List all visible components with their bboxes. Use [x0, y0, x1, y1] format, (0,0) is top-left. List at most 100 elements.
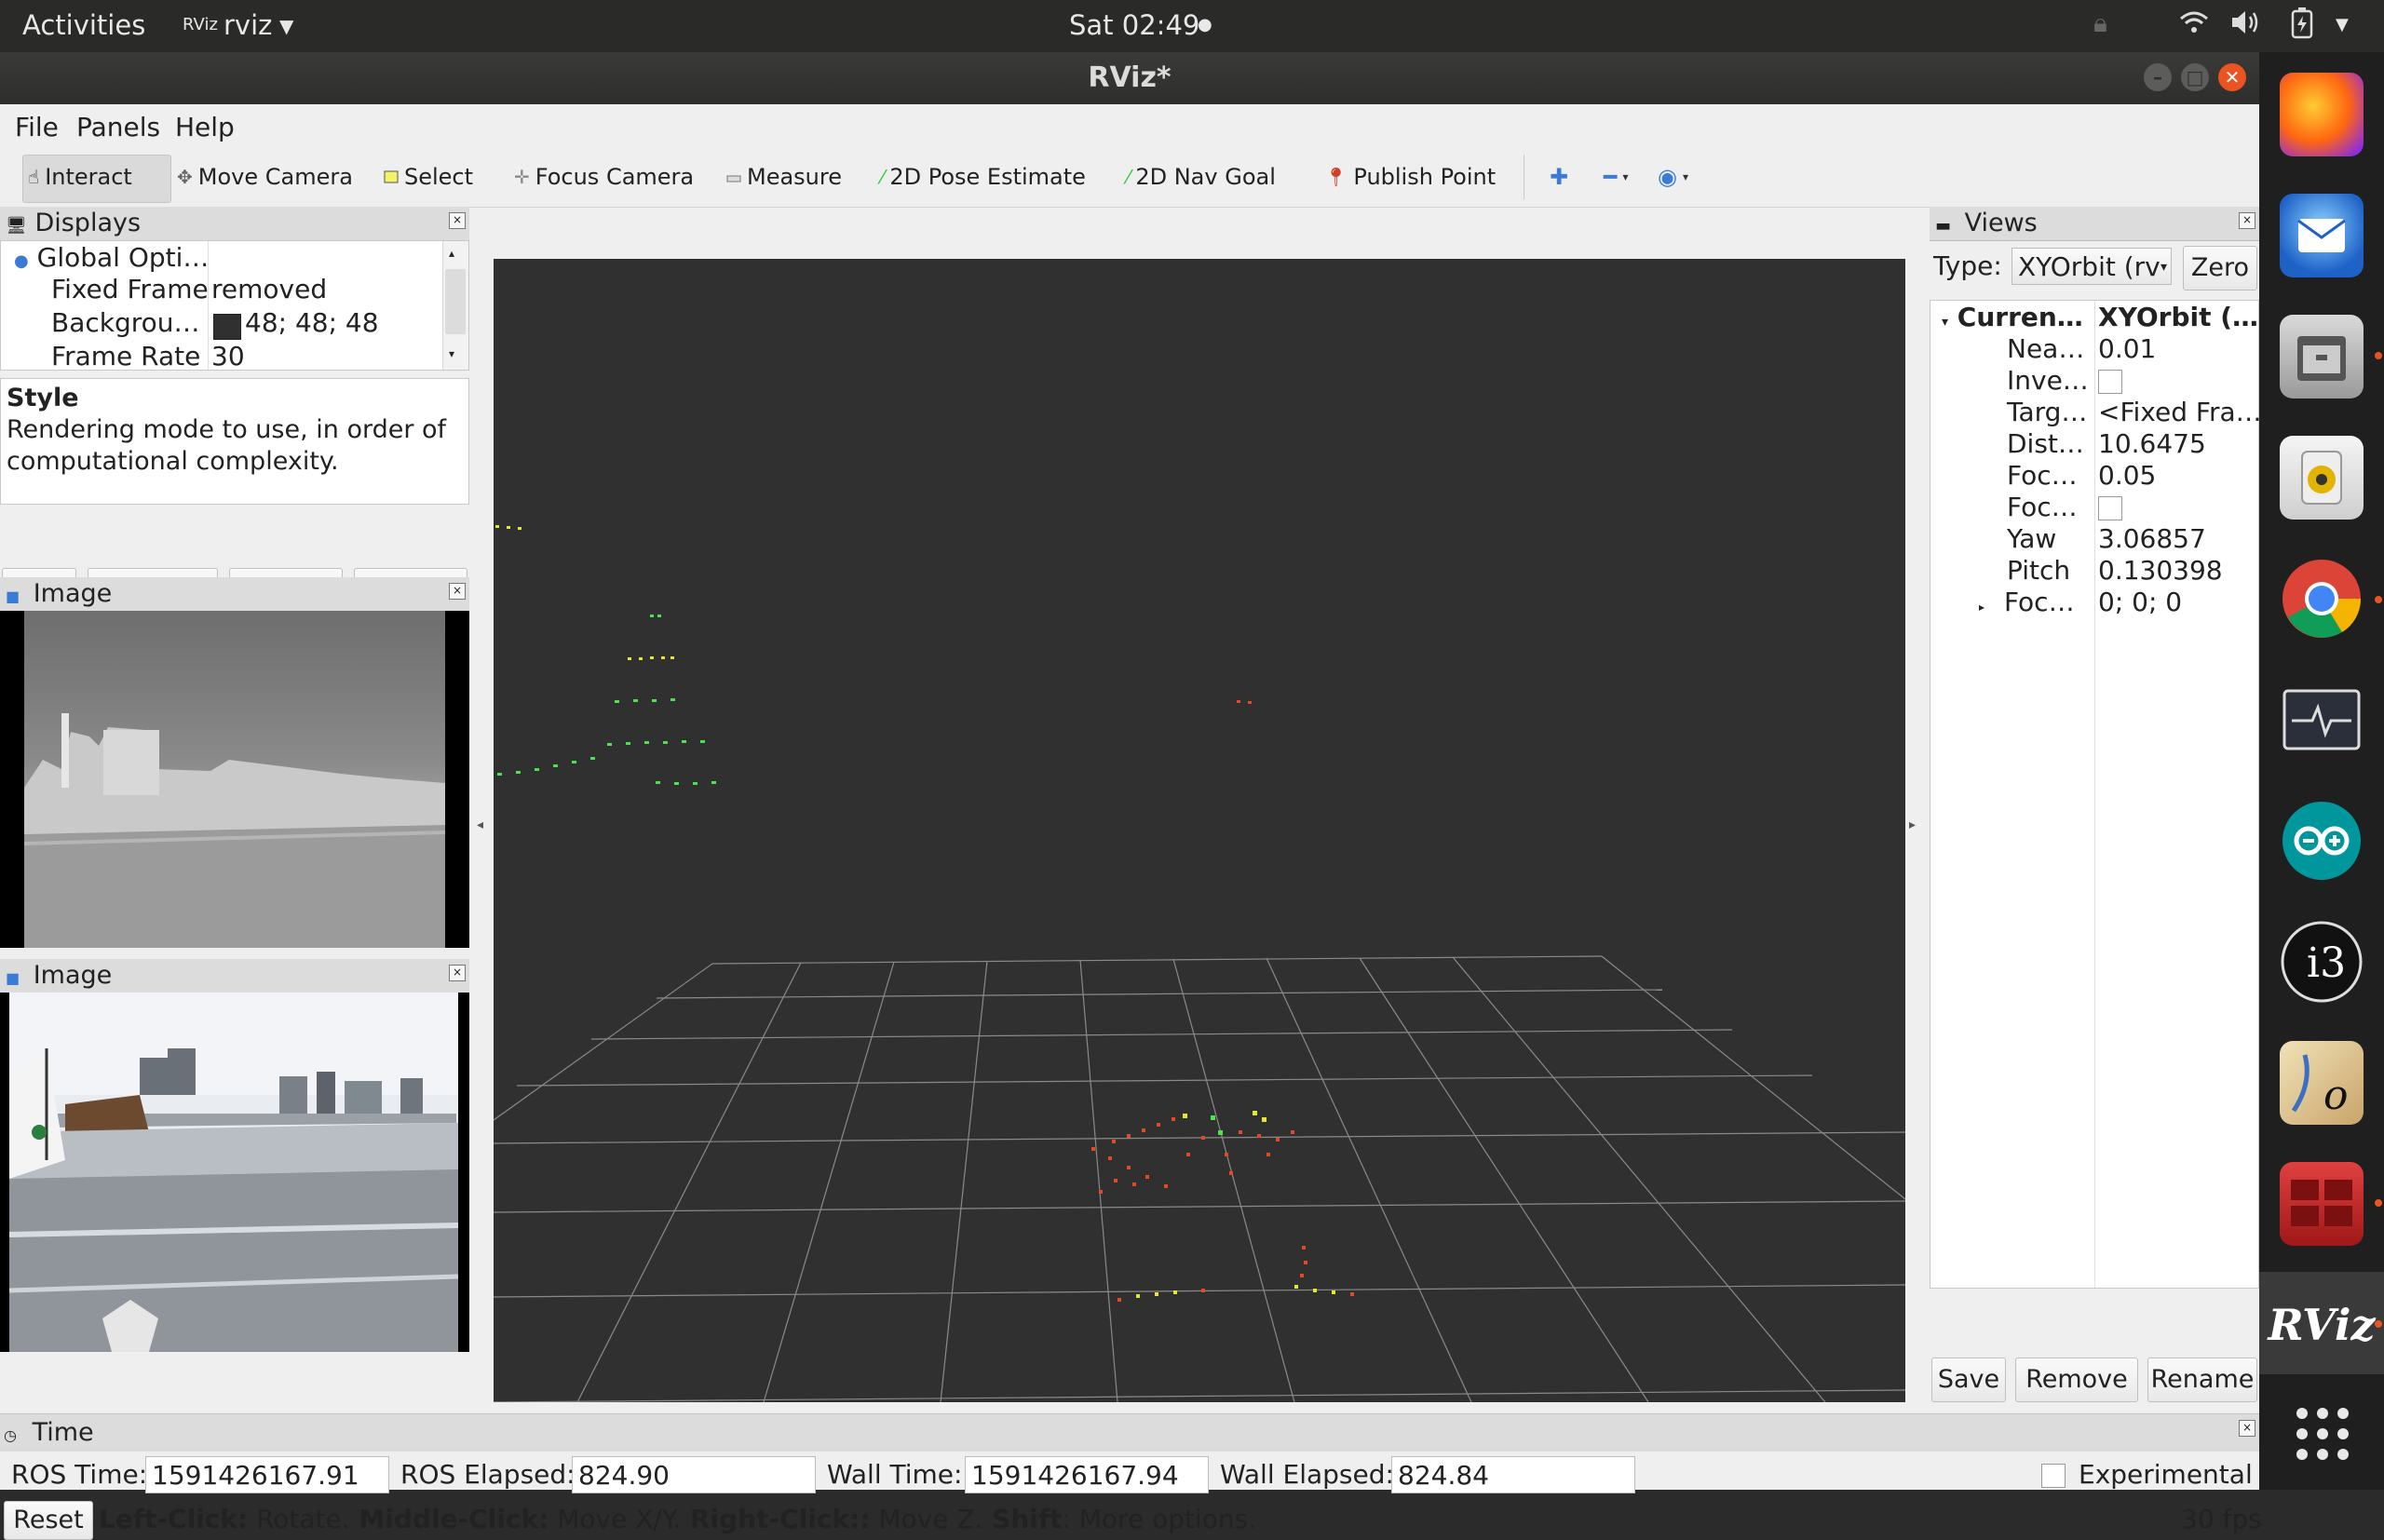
tree-row[interactable]: Fixed Frame	[51, 273, 209, 306]
tree-row-name[interactable]: Yaw	[2007, 522, 2056, 556]
close-panel-icon[interactable]: ×	[449, 583, 466, 600]
focal-shape-checkbox[interactable]	[2098, 496, 2122, 520]
thunderbird-icon[interactable]	[2280, 194, 2364, 277]
tree-row[interactable]: ● Global Opti…	[1, 241, 209, 275]
ros-elapsed-field[interactable]: 824.90	[572, 1456, 816, 1493]
close-icon[interactable]: ✕	[2218, 63, 2246, 91]
scroll-down-icon[interactable]: ▾	[449, 347, 454, 360]
tool-2d-pose-estimate[interactable]: ⁄ 2D Pose Estimate	[881, 156, 1086, 197]
wifi-icon[interactable]	[2179, 7, 2209, 44]
files-icon[interactable]	[2280, 315, 2364, 399]
wall-elapsed-field[interactable]: 824.84	[1391, 1456, 1635, 1493]
monitor-icon: 🖥︎	[6, 216, 27, 236]
zero-button[interactable]: Zero	[2183, 246, 2257, 290]
render-viewport[interactable]	[493, 259, 1906, 1403]
rviz-icon[interactable]: RViz	[2268, 1283, 2375, 1367]
firefox-icon[interactable]	[2280, 73, 2364, 156]
remove-tool-icon[interactable]: ━ ▾	[1604, 156, 1628, 197]
tree-row-value[interactable]: XYOrbit (…	[2098, 301, 2258, 334]
remove-view-button[interactable]: Remove	[2015, 1358, 2138, 1402]
menu-help[interactable]: Help	[175, 112, 235, 142]
tree-row-value[interactable]: <Fixed Fra…	[2098, 396, 2262, 429]
activities-button[interactable]: Activities	[22, 9, 145, 41]
tree-row-value[interactable]: 30	[211, 340, 245, 370]
chrome-icon[interactable]	[2280, 557, 2364, 641]
tree-row-value[interactable]: 0.01	[2098, 332, 2156, 366]
system-monitor-icon[interactable]	[2280, 678, 2364, 762]
close-panel-icon[interactable]: ×	[2239, 1420, 2255, 1437]
view-type-select[interactable]: XYOrbit (rv ▾	[2012, 248, 2172, 285]
tool-measure[interactable]: Measure	[726, 156, 842, 197]
color-swatch[interactable]	[213, 314, 241, 340]
show-applications-icon[interactable]	[2295, 1406, 2350, 1462]
tree-row-name[interactable]: Dist…	[2007, 427, 2084, 461]
close-panel-icon[interactable]: ×	[2239, 212, 2255, 229]
tool-focus-camera[interactable]: ✛ Focus Camera	[514, 156, 694, 197]
scrollbar-thumb[interactable]	[445, 269, 466, 334]
collapse-right-icon[interactable]: ▸	[1909, 817, 1916, 832]
reset-button[interactable]: Reset	[4, 1501, 93, 1540]
move-camera-icon: ✥	[177, 166, 193, 188]
ros-time-field[interactable]: 1591426167.91	[145, 1456, 389, 1493]
tree-row-value[interactable]: 10.6475	[2098, 427, 2206, 461]
rhythmbox-icon[interactable]	[2280, 436, 2364, 520]
ros-elapsed-label: ROS Elapsed:	[400, 1459, 576, 1490]
add-tool-icon[interactable]: ✚	[1550, 156, 1568, 197]
i3-icon[interactable]: i3	[2280, 920, 2364, 1004]
tree-row-name[interactable]: Foc…	[2007, 491, 2078, 524]
tree-row-name[interactable]: Nea…	[2007, 332, 2084, 366]
tree-row-name[interactable]: Targ…	[2007, 396, 2087, 429]
tree-row[interactable]: Frame Rate	[51, 340, 200, 370]
running-indicator-icon	[2375, 352, 2382, 359]
tool-properties-icon[interactable]: ◉ ▾	[1658, 156, 1688, 197]
tree-row-value[interactable]: removed	[211, 273, 327, 306]
status-middle-click: Middle-Click:	[349, 1504, 549, 1534]
arduino-icon[interactable]	[2280, 799, 2364, 883]
close-panel-icon[interactable]: ×	[449, 212, 466, 229]
close-panel-icon[interactable]: ×	[449, 965, 466, 981]
running-indicator-icon	[2375, 596, 2382, 603]
tree-row[interactable]: ▸ Foc…	[1979, 586, 2075, 619]
volume-icon[interactable]	[2229, 7, 2261, 44]
clock[interactable]: Sat 02:49	[1069, 9, 1199, 41]
menu-file[interactable]: File	[15, 112, 59, 142]
nav-goal-arrow-icon: ⁄	[1127, 166, 1131, 188]
tree-row-value[interactable]: 3.06857	[2098, 522, 2206, 556]
experimental-checkbox[interactable]	[2041, 1464, 2066, 1488]
collapse-left-icon[interactable]: ◂	[477, 817, 483, 832]
terminal-icon[interactable]	[2280, 1162, 2364, 1246]
rename-view-button[interactable]: Rename	[2147, 1358, 2257, 1402]
tree-row-value[interactable]: 0; 0; 0	[2098, 586, 2182, 619]
tool-2d-nav-goal[interactable]: ⁄ 2D Nav Goal	[1127, 156, 1276, 197]
maximize-icon[interactable]: □	[2181, 63, 2209, 91]
tree-row[interactable]: Backgrou…	[51, 306, 200, 340]
chevron-down-icon[interactable]: ▼	[279, 15, 293, 37]
tool-select[interactable]: Select	[384, 156, 473, 197]
app-menu-label[interactable]: rviz	[224, 9, 272, 41]
minimize-icon[interactable]: –	[2144, 63, 2172, 91]
system-menu-chevron-icon[interactable]: ▼	[2336, 15, 2349, 34]
tree-row-value[interactable]: 48; 48; 48	[245, 306, 379, 340]
tree-row-name[interactable]: Pitch	[2007, 554, 2070, 588]
displays-tree[interactable]: ● Global Opti… Fixed Frame removed Backg…	[0, 240, 469, 371]
tool-move-camera[interactable]: ✥ Move Camera	[177, 156, 353, 197]
tree-row-name[interactable]: Foc…	[2007, 459, 2078, 493]
tree-row[interactable]: ▾ Curren…	[1942, 301, 2083, 334]
tree-row-value[interactable]: 0.05	[2098, 459, 2156, 493]
tool-interact[interactable]: ☝ Interact	[28, 156, 132, 197]
wall-time-field[interactable]: 1591426167.94	[965, 1456, 1209, 1493]
scrollbar[interactable]: ▴ ▾	[442, 241, 468, 370]
scroll-up-icon[interactable]: ▴	[449, 247, 454, 260]
menu-panels[interactable]: Panels	[76, 112, 160, 142]
window-titlebar[interactable]: RViz* – □ ✕	[0, 52, 2259, 104]
tool-focus-camera-label: Focus Camera	[535, 164, 695, 190]
tool-publish-point[interactable]: 📍︎ Publish Point	[1324, 156, 1496, 197]
render-canvas[interactable]	[493, 259, 1906, 1403]
tree-row-name[interactable]: Inve…	[2007, 364, 2089, 398]
map-app-icon[interactable]: o	[2280, 1041, 2364, 1125]
views-tree[interactable]: ▾ Curren… XYOrbit (… Nea… 0.01 Inve… Tar…	[1930, 300, 2262, 1289]
save-view-button[interactable]: Save	[1931, 1358, 2006, 1402]
invert-z-checkbox[interactable]	[2098, 370, 2122, 394]
tree-row-value[interactable]: 0.130398	[2098, 554, 2223, 588]
battery-icon[interactable]	[2291, 7, 2313, 46]
